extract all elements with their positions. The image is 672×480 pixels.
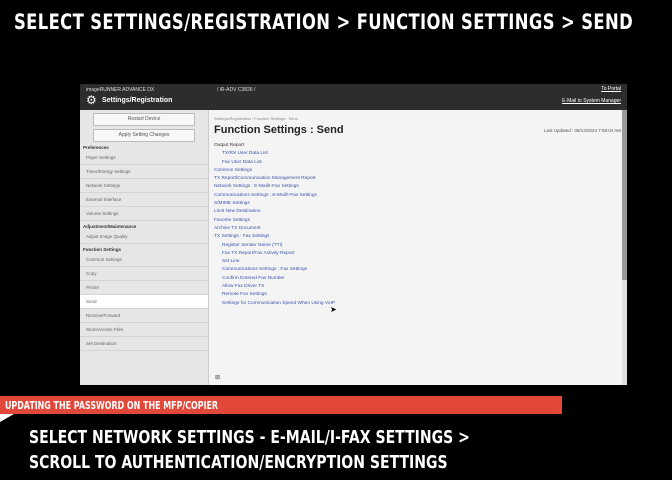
list-item[interactable]: Common Settings: [214, 167, 614, 175]
sidebar-item-receive-forward[interactable]: Receive/Forward: [80, 309, 208, 323]
last-updated: Last Updated : 08/13/2024 7:58:04 AM: [543, 128, 621, 133]
scrollbar-thumb[interactable]: [622, 110, 627, 280]
section-preferences: Preferences: [83, 145, 109, 150]
instruction-line-2: SCROLL TO AUTHENTICATION/ENCRYPTION SETT…: [29, 452, 448, 473]
list-item[interactable]: Register Sender Name (TTI): [214, 242, 614, 250]
to-portal-link[interactable]: To Portal: [601, 86, 621, 92]
list-item[interactable]: Confirm Entered Fax Number: [214, 275, 614, 283]
top-bar: imageRUNNER ADVANCE DX / iR-ADV C3826 / …: [80, 84, 627, 110]
list-item[interactable]: Remote Fax Settings: [214, 291, 614, 299]
mouse-cursor-icon: ➤: [330, 305, 337, 314]
sidebar-item-external-interface[interactable]: External Interface: [80, 193, 208, 207]
settings-link-list: Output Report TX/RX User Data List Fax U…: [214, 142, 614, 308]
sidebar-item-volume-settings[interactable]: Volume Settings: [80, 207, 208, 221]
list-item[interactable]: Communications Settings : Fax Settings: [214, 266, 614, 274]
app-title: Settings/Registration: [102, 97, 173, 104]
list-item[interactable]: TX Settings : Fax Settings: [214, 233, 614, 241]
sidebar-item-paper-settings[interactable]: Paper Settings: [80, 151, 208, 165]
sidebar-item-store-access-files[interactable]: Store/Access Files: [80, 323, 208, 337]
list-item[interactable]: S/MIME Settings: [214, 200, 614, 208]
sidebar-item-common-settings[interactable]: Common Settings: [80, 253, 208, 267]
page-title: Function Settings : Send: [214, 124, 344, 136]
sidebar-item-copy[interactable]: Copy: [80, 267, 208, 281]
restart-device-button[interactable]: Restart Device: [93, 113, 195, 126]
list-item[interactable]: Limit New Destination: [214, 208, 614, 216]
email-system-manager-link[interactable]: E-Mail to System Manager: [562, 98, 621, 104]
instruction-line-1: SELECT NETWORK SETTINGS - E-MAIL/I-FAX S…: [29, 427, 470, 448]
list-item[interactable]: Communications Settings : E-Mail/I-Fax S…: [214, 192, 614, 200]
list-item[interactable]: TX/RX User Data List: [214, 150, 614, 158]
list-item[interactable]: Favorite Settings: [214, 217, 614, 225]
red-banner-text: UPDATING THE PASSWORD ON THE MFP/COPIER: [5, 399, 219, 412]
sidebar-item-set-destination[interactable]: Set Destination: [80, 337, 208, 351]
gear-icon: ⚙: [86, 93, 97, 107]
list-item[interactable]: Settings for Communication Speed When Us…: [214, 300, 614, 308]
sidebar-item-adjust-image-quality[interactable]: Adjust Image Quality: [80, 230, 208, 244]
sidebar: Restart Device Apply Setting Changes Pre…: [80, 110, 209, 385]
list-item[interactable]: TX Report/Communication Management Repor…: [214, 175, 614, 183]
section-function-settings: Function Settings: [83, 247, 121, 252]
banner-accent: [0, 414, 14, 422]
headline-title: SELECT SETTINGS/REGISTRATION > FUNCTION …: [14, 10, 634, 34]
main-content: Settings/Registration : Function Setting…: [214, 110, 621, 385]
web-ui-screenshot: imageRUNNER ADVANCE DX / iR-ADV C3826 / …: [80, 84, 627, 385]
sidebar-item-send[interactable]: Send: [80, 295, 208, 309]
list-item[interactable]: Allow Fax Driver TX: [214, 283, 614, 291]
list-item[interactable]: Set Line: [214, 258, 614, 266]
section-adjustment: Adjustment/Maintenance: [83, 224, 137, 229]
list-item[interactable]: Archive TX Document: [214, 225, 614, 233]
model-name: / iR-ADV C3826 /: [217, 87, 256, 93]
sidebar-item-timer-energy[interactable]: Timer/Energy Settings: [80, 165, 208, 179]
sidebar-item-printer[interactable]: Printer: [80, 281, 208, 295]
list-item: Output Report: [214, 143, 245, 148]
sidebar-item-network-settings[interactable]: Network Settings: [80, 179, 208, 193]
collapse-icon[interactable]: ⊠: [215, 374, 220, 381]
apply-setting-changes-button[interactable]: Apply Setting Changes: [93, 129, 195, 142]
network-email-ifax-settings-link[interactable]: Network Settings : E-Mail/I-Fax Settings: [214, 183, 614, 191]
breadcrumb: Settings/Registration : Function Setting…: [214, 116, 298, 121]
list-item[interactable]: Fax TX Report/Fax Activity Report: [214, 250, 614, 258]
list-item[interactable]: Fax User Data List: [214, 159, 614, 167]
